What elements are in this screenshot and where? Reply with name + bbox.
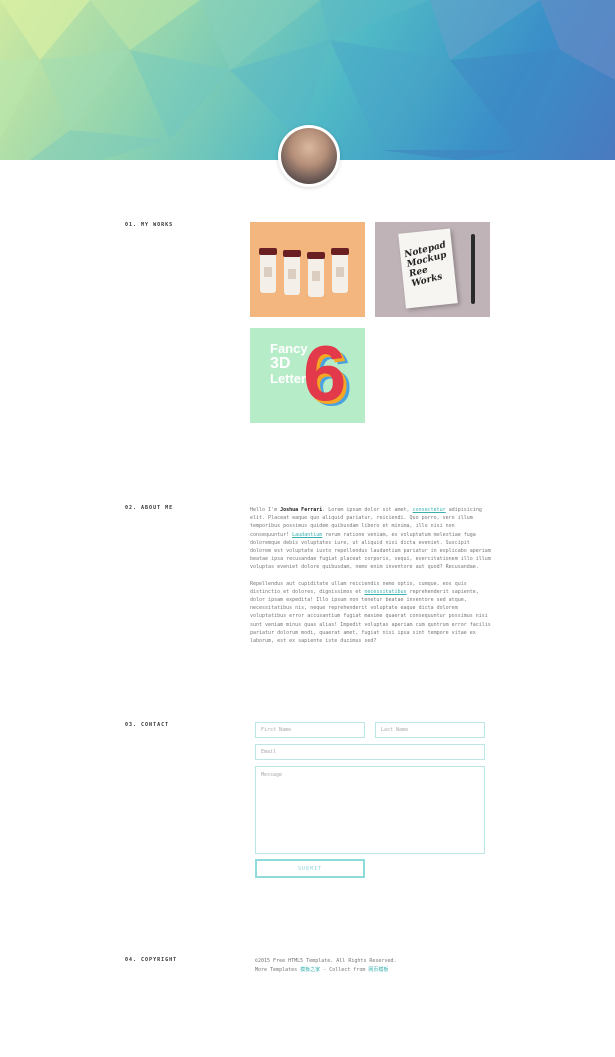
- author-name: Joshua Ferrari: [280, 507, 323, 513]
- copyright-link[interactable]: 网页模板: [368, 967, 388, 973]
- section-label-contact: 03. CONTACT: [125, 722, 170, 728]
- last-name-field[interactable]: Last Name: [375, 722, 485, 738]
- fancy-lettering: Fancy 3D Letter: [270, 342, 308, 386]
- message-field[interactable]: Message: [255, 766, 485, 854]
- copyright-line: ©2015 Free HTML5 Template. All Rights Re…: [255, 958, 397, 964]
- work-item-notebook[interactable]: Notepad Mockup Ree Works: [375, 222, 490, 317]
- about-paragraph: Repellendus aut cupiditate ullam reicien…: [250, 580, 492, 646]
- notebook-lettering: Notepad Mockup Ree Works: [403, 240, 451, 289]
- work-item-fancy-3d-letter[interactable]: 6 Fancy 3D Letter: [250, 328, 365, 423]
- fancy-line: 3D: [270, 355, 291, 372]
- about-text: Hello I'm Joshua Ferrari. Lorem ipsum do…: [250, 506, 492, 653]
- copyright-text: ©2015 Free HTML5 Template. All Rights Re…: [255, 957, 396, 975]
- about-intro: Hello I'm: [250, 507, 278, 513]
- copyright-span: - Collect from: [323, 967, 366, 973]
- email-field[interactable]: Email: [255, 744, 485, 760]
- about-paragraph: Hello I'm Joshua Ferrari. Lorem ipsum do…: [250, 506, 492, 572]
- copyright-line: More Templates 模板之家 - Collect from 网页模板: [255, 966, 396, 975]
- first-name-field[interactable]: First Name: [255, 722, 365, 738]
- section-label-copyright: 04. COPYRIGHT: [125, 957, 178, 963]
- copyright-span: More Templates: [255, 967, 298, 973]
- about-link[interactable]: consectetur: [413, 507, 446, 513]
- cup-graphic: [331, 248, 349, 293]
- fancy-line: Fancy: [270, 341, 308, 356]
- cup-graphic: [259, 248, 277, 293]
- avatar: [278, 125, 340, 187]
- section-label-about: 02. ABOUT ME: [125, 505, 174, 511]
- fancy-number: 6: [303, 329, 347, 417]
- submit-button[interactable]: SUBMIT: [255, 859, 365, 878]
- cup-graphic: [283, 250, 301, 295]
- about-text-span: reprehenderit sapiente, dolor ipsam expe…: [250, 588, 491, 645]
- fancy-line: Letter: [270, 371, 307, 386]
- avatar-photo: [281, 128, 337, 184]
- section-label-works: 01. MY WORKS: [125, 222, 174, 228]
- notebook-graphic: Notepad Mockup Ree Works: [398, 228, 458, 309]
- about-link[interactable]: Laudantium: [292, 532, 322, 538]
- pen-graphic: [471, 234, 475, 304]
- copyright-link[interactable]: 模板之家: [300, 967, 320, 973]
- about-link[interactable]: necessitatibus: [364, 589, 406, 595]
- about-text-span: . Lorem ipsum dolor sit amet,: [322, 507, 410, 513]
- work-item-coffee-cups[interactable]: [250, 222, 365, 317]
- cup-graphic: [307, 252, 325, 297]
